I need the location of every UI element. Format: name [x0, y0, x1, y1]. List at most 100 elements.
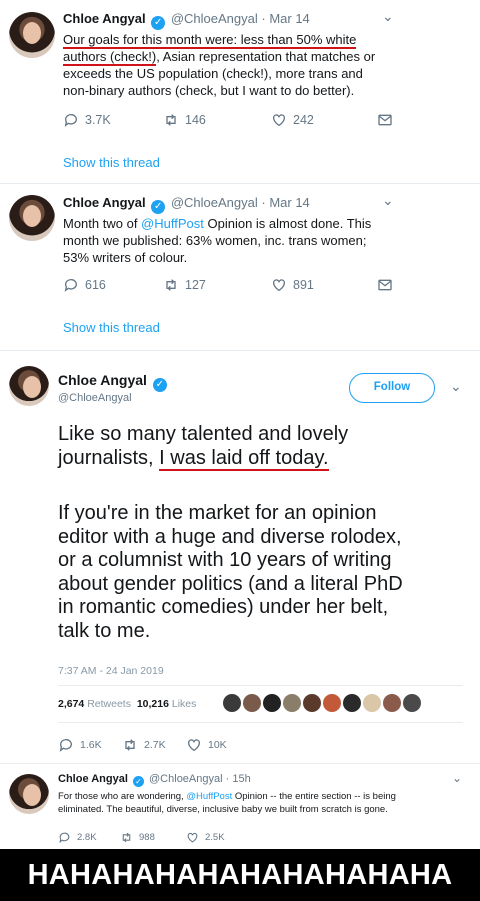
- avatar[interactable]: [9, 12, 55, 58]
- reply-icon: [59, 739, 72, 752]
- avatar[interactable]: [223, 694, 241, 712]
- retweet-count: 146: [185, 113, 206, 127]
- retweet-count: 988: [139, 832, 155, 843]
- author-handle[interactable]: @ChloeAngyal: [171, 195, 258, 210]
- avatar[interactable]: [243, 694, 261, 712]
- tweet-line: exceeds the US population (check!), more…: [63, 66, 363, 81]
- engagement-stats: 2,674 Retweets 10,216 Likes: [58, 698, 196, 710]
- avatar[interactable]: [383, 694, 401, 712]
- retweet-button[interactable]: 2.7K: [122, 737, 166, 753]
- chevron-down-icon[interactable]: ⌄: [452, 771, 462, 785]
- retweet-button[interactable]: 127: [163, 277, 206, 293]
- retweet-count: 127: [185, 278, 206, 292]
- verified-icon: ✓: [152, 378, 167, 392]
- author-name[interactable]: Chloe Angyal: [58, 372, 147, 388]
- tweet-header: Chloe Angyal ✓ @ChloeAngyal · Mar 14: [63, 11, 310, 30]
- avatar[interactable]: [403, 694, 421, 712]
- tweet-actions: 616 127 891: [63, 277, 403, 297]
- reply-button[interactable]: 1.6K: [58, 737, 102, 753]
- avatar[interactable]: [9, 366, 49, 406]
- avatar[interactable]: [343, 694, 361, 712]
- like-button[interactable]: 891: [271, 277, 314, 293]
- tweet-header: Chloe Angyal ✓ @ChloeAngyal · 15h: [58, 773, 251, 787]
- avatar[interactable]: [263, 694, 281, 712]
- chevron-down-icon[interactable]: ⌄: [382, 8, 394, 25]
- like-button[interactable]: 2.5K: [186, 831, 225, 844]
- chevron-down-icon[interactable]: ⌄: [450, 378, 462, 395]
- divider: [58, 722, 463, 723]
- reply-button[interactable]: 2.8K: [58, 831, 97, 844]
- divider: [0, 350, 480, 351]
- tweet-line: eliminated. The beautiful, diverse, incl…: [58, 804, 388, 815]
- tweet-line: or a columnist with 10 years of writing: [58, 549, 392, 571]
- avatar[interactable]: [283, 694, 301, 712]
- reply-count: 1.6K: [80, 739, 102, 751]
- verified-icon: ✓: [132, 776, 144, 787]
- chevron-down-icon[interactable]: ⌄: [382, 192, 394, 209]
- like-button[interactable]: 242: [271, 112, 314, 128]
- message-button[interactable]: [377, 112, 393, 128]
- tweet-timestamp[interactable]: 7:37 AM - 24 Jan 2019: [58, 665, 164, 677]
- tweet-line: month we published: 63% women, inc. tran…: [63, 233, 367, 248]
- follow-button[interactable]: Follow: [349, 373, 435, 403]
- tweet-line: non-binary authors (check, but I want to…: [63, 83, 355, 98]
- tweet-line: If you're in the market for an opinion: [58, 502, 377, 524]
- tweet-date[interactable]: · Mar 14: [261, 11, 309, 26]
- reply-icon: [59, 832, 70, 844]
- likes-total[interactable]: 10,216: [137, 698, 169, 710]
- divider: [0, 763, 480, 764]
- avatar[interactable]: [303, 694, 321, 712]
- retweet-icon: [166, 114, 176, 126]
- show-thread-link[interactable]: Show this thread: [63, 320, 160, 335]
- message-button[interactable]: [377, 277, 393, 293]
- author-handle[interactable]: @ChloeAngyal: [149, 773, 223, 785]
- tweet-actions: 3.7K 146 242: [63, 112, 403, 132]
- like-count: 10K: [208, 739, 227, 751]
- tweet-line: editor with a huge and diverse rolodex,: [58, 525, 402, 548]
- tweet-actions: 1.6K 2.7K 10K: [58, 737, 258, 755]
- envelope-icon: [378, 279, 392, 291]
- tweet-date[interactable]: · Mar 14: [261, 195, 309, 210]
- author-name[interactable]: Chloe Angyal: [63, 11, 146, 26]
- tweet-line-highlight: I was laid off today.: [159, 446, 329, 471]
- likes-label: Likes: [171, 698, 197, 710]
- avatar[interactable]: [363, 694, 381, 712]
- tweet-line-highlight: authors (check!): [63, 49, 157, 66]
- divider: [0, 183, 480, 184]
- show-thread-link[interactable]: Show this thread: [63, 155, 160, 170]
- avatar[interactable]: [9, 774, 49, 814]
- reply-icon: [64, 114, 77, 127]
- envelope-icon: [378, 114, 392, 126]
- reply-button[interactable]: 616: [63, 277, 106, 293]
- tweet-actions: 2.8K 988 2.5K: [58, 831, 258, 847]
- caption-banner: HAHAHAHAHAHAHAHAHAHA: [0, 849, 480, 901]
- reply-button[interactable]: 3.7K: [63, 112, 111, 128]
- heart-icon: [187, 832, 198, 843]
- heart-icon: [273, 114, 285, 127]
- avatar[interactable]: [323, 694, 341, 712]
- retweet-icon: [166, 279, 176, 291]
- avatar[interactable]: [9, 195, 55, 241]
- author-handle[interactable]: @ChloeAngyal: [58, 392, 132, 404]
- tweet-line: in romantic comedies) under her belt,: [58, 596, 389, 618]
- reply-count: 616: [85, 278, 106, 292]
- author-name[interactable]: Chloe Angyal: [58, 773, 128, 785]
- tweet-paragraph: If you're in the market for an opinion e…: [58, 502, 403, 643]
- verified-icon: ✓: [151, 16, 166, 30]
- like-button[interactable]: 10K: [186, 737, 227, 753]
- tweet-line: 53% writers of colour.: [63, 250, 188, 265]
- retweet-button[interactable]: 988: [120, 831, 155, 844]
- retweet-icon: [122, 832, 131, 843]
- tweet-line: about gender politics (and a literal PhD: [58, 572, 403, 595]
- retweet-button[interactable]: 146: [163, 112, 206, 128]
- retweets-label: Retweets: [87, 698, 131, 710]
- author-handle[interactable]: @ChloeAngyal: [171, 11, 258, 26]
- tweet-date[interactable]: · 15h: [226, 773, 251, 785]
- mention-link[interactable]: @HuffPost: [141, 216, 204, 231]
- retweets-total[interactable]: 2,674: [58, 698, 84, 710]
- tweet-header: Chloe Angyal ✓ @ChloeAngyal · Mar 14: [63, 195, 310, 214]
- mention-link[interactable]: @HuffPost: [186, 791, 232, 802]
- like-count: 2.5K: [205, 832, 225, 843]
- tweet-header: Chloe Angyal ✓: [58, 372, 169, 392]
- author-name[interactable]: Chloe Angyal: [63, 195, 146, 210]
